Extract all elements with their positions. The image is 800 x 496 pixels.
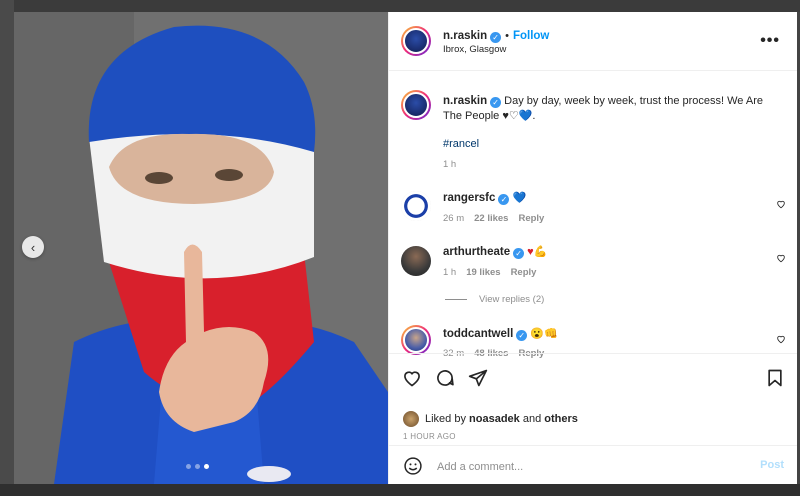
verified-badge-icon: ✓ [513,248,525,259]
comment-body: rangersfc ✓ 💙 [443,191,526,206]
reply-button[interactable]: Reply [518,213,544,224]
hashtag-link[interactable]: #rancel [443,138,479,150]
comment-text: ♥💪 [527,246,548,258]
comment-username[interactable]: arthurtheate [443,246,510,258]
share-send-icon[interactable] [468,368,488,388]
comment-time: 1 h [443,267,457,278]
post-actions: Liked by noasadek and others 1 HOUR AGO [389,353,798,454]
liked-by-conj: and [522,413,542,425]
comment-bubble-icon[interactable] [435,368,455,388]
verified-badge-icon: ✓ [516,330,528,341]
comment-text: 😮👊 [530,328,558,340]
comment-body: toddcantwell ✓ 😮👊 [443,327,558,342]
comment-likes[interactable]: 22 likes [474,213,508,224]
comment-avatar[interactable] [401,246,431,276]
comment-likes[interactable]: 19 likes [466,267,500,278]
comment-input[interactable] [435,456,739,478]
liker-username[interactable]: noasadek [469,413,520,425]
carousel-dot [186,464,191,469]
divider-line [445,299,467,300]
verified-badge-icon: ✓ [498,194,510,205]
reply-button[interactable]: Reply [511,267,537,278]
backdrop-bottom [0,484,800,496]
like-comment-heart-icon[interactable] [776,199,786,209]
post-comment-button[interactable]: Post [760,459,784,471]
backdrop-left [0,0,14,496]
comment-avatar[interactable] [401,325,431,355]
carousel-dot-active [204,464,209,469]
like-comment-heart-icon[interactable] [776,334,786,344]
verified-badge-icon: ✓ [490,32,502,43]
author-username[interactable]: n.raskin [443,30,487,42]
author-avatar[interactable] [401,26,431,56]
separator: • [505,30,509,42]
carousel-dots [186,464,209,469]
comment-meta: 1 h 19 likes Reply [443,267,536,278]
like-comment-heart-icon[interactable] [776,253,786,263]
caption-username[interactable]: n.raskin [443,95,487,107]
comment-username[interactable]: rangersfc [443,192,495,204]
emoji-icon[interactable] [403,456,423,476]
bookmark-save-icon[interactable] [765,368,785,388]
backdrop-top [0,0,800,12]
liker-avatar[interactable] [403,411,419,427]
liked-by: Liked by noasadek and others [403,411,578,427]
post-header: n.raskin ✓ • Follow Ibrox, Glasgow ••• [389,12,798,71]
comments-section: n.raskin ✓ Day by day, week by week, trus… [389,70,798,360]
caption-time: 1 h [443,159,457,170]
verified-badge-icon: ✓ [490,97,502,108]
view-replies-label: View replies (2) [479,294,545,305]
post-image[interactable]: ‹ [14,12,388,484]
comment-meta: 26 m 22 likes Reply [443,213,544,224]
post-time-ago: 1 HOUR AGO [403,432,456,441]
like-heart-icon[interactable] [402,368,422,388]
carousel-prev-button[interactable]: ‹ [22,236,44,258]
liked-by-others[interactable]: others [544,413,578,425]
comment-time: 26 m [443,213,465,224]
carousel-dot [195,464,200,469]
post-details-panel: n.raskin ✓ • Follow Ibrox, Glasgow ••• n.ra… [388,12,798,484]
add-comment-bar: Post [389,445,798,485]
caption: n.raskin ✓ Day by day, week by week, trus… [443,94,763,124]
location-link[interactable]: Ibrox, Glasgow [443,44,506,55]
more-options-icon[interactable]: ••• [760,32,780,50]
comment-username[interactable]: toddcantwell [443,328,513,340]
comment-avatar[interactable] [401,191,431,221]
post-photo [14,12,388,484]
comment-body: arthurtheate ✓ ♥💪 [443,245,547,260]
view-replies-button[interactable]: View replies (2) [445,294,544,305]
liked-by-prefix: Liked by [425,413,466,425]
chevron-left-icon: ‹ [30,239,36,255]
comment-text: 💙 [512,192,527,204]
follow-button[interactable]: Follow [513,30,549,42]
caption-avatar[interactable] [401,90,431,120]
author-line: n.raskin ✓ • Follow [443,26,549,44]
